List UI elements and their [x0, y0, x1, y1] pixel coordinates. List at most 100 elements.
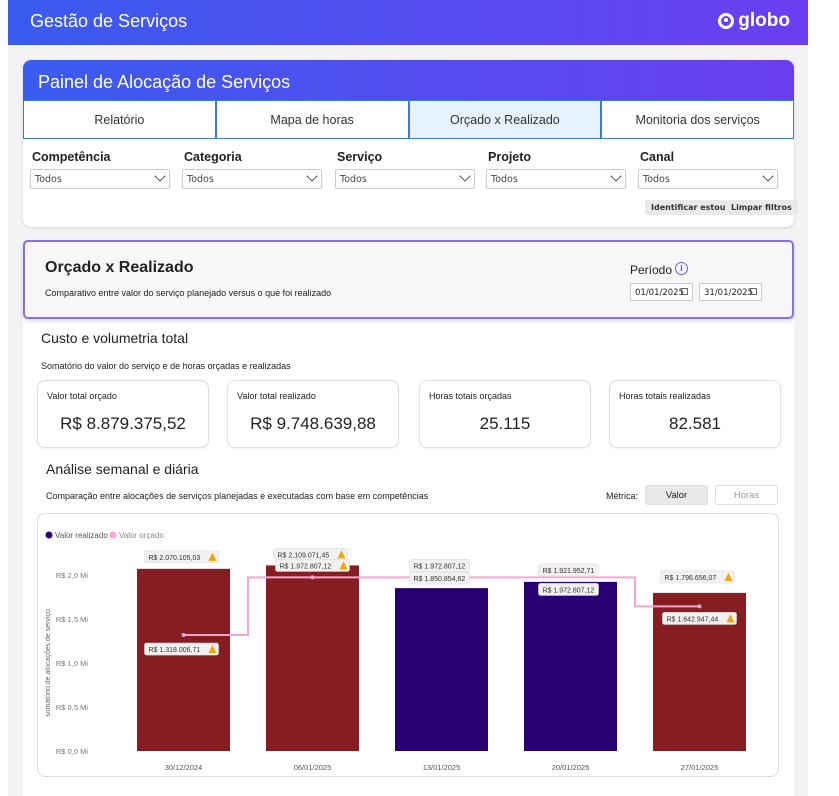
- analysis-subtitle: Comparação entre alocações de serviços p…: [46, 491, 429, 501]
- app-header: Gestão de Serviços globo: [8, 0, 808, 45]
- valor-orcado-point: [310, 575, 315, 580]
- bar-valor-realizado: [395, 588, 488, 751]
- totals-title: Custo e volumetria total: [41, 330, 189, 346]
- data-label-orcado: R$ 1.972.807,12: [280, 563, 332, 570]
- kpi-card-valor-orcado: Valor total orçado R$ 8.879.375,52: [37, 380, 209, 448]
- calendar-icon[interactable]: [750, 288, 757, 295]
- filter-canal: Canal Todos: [631, 150, 778, 189]
- tab-relatorio[interactable]: Relatório: [23, 100, 216, 139]
- select-value: Todos: [35, 174, 62, 185]
- categoria-select[interactable]: Todos: [182, 169, 322, 189]
- y-axis-label: somatório de alocações de serviço: [45, 609, 52, 717]
- servico-select[interactable]: Todos: [335, 169, 475, 189]
- start-date-value: 01/01/2025: [635, 288, 684, 298]
- globo-logo-text: globo: [738, 10, 790, 31]
- weekly-chart-card: Valor realizado Valor orçado R$ 0,0 Mi R$ 0…: [37, 513, 779, 777]
- x-tick-label: 20/01/2025: [552, 763, 590, 772]
- filter-competencia: Competência Todos: [23, 150, 170, 189]
- projeto-select[interactable]: Todos: [486, 169, 626, 189]
- select-value: Todos: [340, 174, 367, 185]
- analysis-title: Análise semanal e diária: [46, 461, 199, 477]
- legend-realizado-label: Valor realizado: [55, 531, 108, 540]
- info-icon[interactable]: i: [675, 262, 688, 275]
- kpi-label: Horas totais orçadas: [429, 391, 512, 401]
- chevron-down-icon: [459, 170, 471, 182]
- globo-logo[interactable]: globo: [718, 10, 790, 32]
- valor-orcado-point: [181, 633, 186, 638]
- data-label-realizado: R$ 1.921.952,71: [543, 568, 595, 575]
- select-value: Todos: [491, 174, 518, 185]
- chevron-down-icon: [762, 170, 774, 182]
- x-tick-label: 27/01/2025: [681, 763, 719, 772]
- bar-valor-realizado: [266, 565, 359, 751]
- chevron-down-icon: [610, 170, 622, 182]
- data-label-realizado: R$ 1.796.656,07: [665, 575, 717, 582]
- filter-projeto: Projeto Todos: [479, 150, 626, 189]
- metric-valor-button[interactable]: Valor: [645, 485, 708, 505]
- bar-valor-realizado: [137, 568, 230, 751]
- y-tick-label: R$ 1,5 Mi: [56, 615, 88, 624]
- kpi-card-horas-orcadas: Horas totais orçadas 25.115: [419, 380, 591, 448]
- select-value: Todos: [187, 174, 214, 185]
- kpi-label: Valor total realizado: [237, 391, 316, 401]
- filter-servico: Serviço Todos: [328, 150, 475, 189]
- calendar-icon[interactable]: [681, 288, 688, 295]
- valor-orcado-point: [697, 604, 702, 609]
- data-label-realizado: R$ 1.850.854,62: [414, 576, 466, 583]
- kpi-card-valor-realizado: Valor total realizado R$ 9.748.639,88: [227, 380, 399, 448]
- chevron-down-icon: [154, 170, 166, 182]
- filter-row: Competência Todos Categoria Todos Serviç…: [23, 150, 794, 190]
- data-label-orcado: R$ 1.972.807,12: [543, 587, 595, 594]
- competencia-select[interactable]: Todos: [30, 169, 170, 189]
- report-panel: Orçado x Realizado Comparativo entre val…: [23, 240, 794, 796]
- tab-mapa-de-horas[interactable]: Mapa de horas: [215, 100, 409, 139]
- totals-subtitle: Somatório do valor do serviço e de horas…: [41, 361, 291, 371]
- clear-filters-button[interactable]: Limpar filtros: [725, 200, 798, 215]
- y-tick-label: R$ 0,5 Mi: [56, 703, 88, 712]
- tab-orcado-x-realizado[interactable]: Orçado x Realizado: [408, 100, 602, 139]
- legend-orcado-marker: [109, 531, 117, 539]
- kpi-value: 82.581: [669, 414, 721, 433]
- start-date-input[interactable]: 01/01/2025: [630, 283, 693, 301]
- filter-label: Serviço: [337, 150, 383, 164]
- period-header: Orçado x Realizado Comparativo entre val…: [23, 240, 794, 319]
- section-title: Orçado x Realizado: [45, 259, 194, 276]
- filter-label: Canal: [640, 150, 675, 164]
- app-title: Gestão de Serviços: [30, 11, 188, 31]
- x-tick-label: 13/01/2025: [423, 763, 461, 772]
- y-tick-label: R$ 2,0 Mi: [56, 571, 88, 580]
- select-value: Todos: [643, 174, 670, 185]
- end-date-value: 31/01/2025: [704, 288, 753, 298]
- period-label: Período: [630, 263, 673, 277]
- end-date-input[interactable]: 31/01/2025: [699, 283, 762, 301]
- data-label-orcado: R$ 1.642.947,44: [667, 616, 719, 623]
- data-label-realizado: R$ 2.109.071,45: [278, 552, 330, 559]
- tab-bar: Relatório Mapa de horas Orçado x Realiza…: [23, 100, 794, 139]
- legend-orcado-label: Valor orçado: [119, 531, 164, 540]
- data-label-orcado: R$ 1.972.807,12: [414, 563, 466, 570]
- filter-categoria: Categoria Todos: [175, 150, 322, 189]
- filter-label: Projeto: [488, 150, 532, 164]
- section-subtitle: Comparativo entre valor do serviço plane…: [45, 288, 332, 298]
- canal-select[interactable]: Todos: [638, 169, 778, 189]
- bar-valor-realizado: [524, 581, 617, 751]
- kpi-label: Horas totais realizadas: [619, 391, 711, 401]
- legend-realizado-marker: [45, 531, 53, 539]
- y-tick-label: R$ 0,0 Mi: [56, 747, 88, 756]
- metric-label: Métrica:: [606, 491, 639, 501]
- chevron-down-icon: [306, 170, 318, 182]
- filter-label: Categoria: [184, 150, 242, 164]
- weekly-bar-chart: Valor realizado Valor orçado R$ 0,0 Mi R$ 0…: [45, 531, 746, 772]
- data-label-realizado: R$ 2.070.105,03: [149, 555, 201, 562]
- kpi-value: R$ 8.879.375,52: [60, 414, 186, 433]
- metric-horas-button[interactable]: Horas: [715, 485, 778, 505]
- x-tick-label: 30/12/2024: [165, 763, 203, 772]
- globo-logo-icon: [718, 13, 735, 29]
- kpi-label: Valor total orçado: [47, 391, 117, 401]
- tab-monitoria-dos-servicos[interactable]: Monitoria dos serviços: [601, 100, 794, 139]
- y-tick-label: R$ 1,0 Mi: [56, 659, 88, 668]
- x-tick-label: 06/01/2025: [294, 763, 332, 772]
- data-label-orcado: R$ 1.318.006,71: [149, 647, 201, 654]
- filter-label: Competência: [32, 150, 111, 164]
- kpi-value: R$ 9.748.639,88: [250, 414, 376, 433]
